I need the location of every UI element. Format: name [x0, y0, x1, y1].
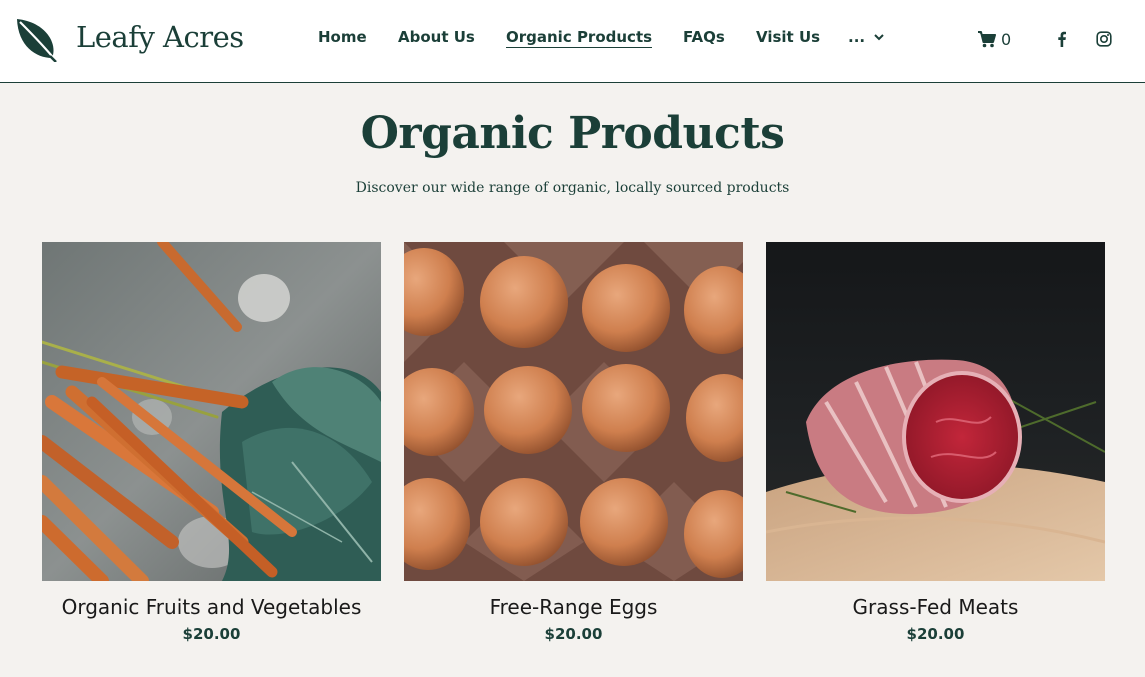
cart-button[interactable]: 0	[978, 30, 1011, 49]
leaf-icon	[17, 19, 57, 62]
eggs-in-carton-photo[interactable]	[404, 242, 743, 581]
product-card[interactable]: Organic Fruits and Vegetables $20.00	[42, 242, 381, 643]
product-price: $20.00	[182, 625, 241, 643]
nav-more-label: ...	[848, 28, 866, 46]
logo[interactable]: Leafy Acres	[14, 16, 244, 62]
product-name[interactable]: Free-Range Eggs	[404, 595, 743, 619]
facebook-icon[interactable]	[1054, 31, 1070, 47]
nav-home[interactable]: Home	[318, 28, 367, 46]
product-price: $20.00	[544, 625, 603, 643]
site-header: Leafy Acres Home About Us Organic Produc…	[0, 0, 1145, 83]
product-card[interactable]: Grass-Fed Meats $20.00	[766, 242, 1105, 643]
page-title: Organic Products	[360, 108, 785, 159]
chevron-down-icon	[874, 34, 884, 41]
product-price: $20.00	[906, 625, 965, 643]
instagram-icon[interactable]	[1096, 31, 1112, 47]
product-name[interactable]: Organic Fruits and Vegetables	[42, 595, 381, 619]
nav-faqs[interactable]: FAQs	[683, 28, 725, 46]
cart-icon	[978, 31, 996, 48]
nav-organic-products[interactable]: Organic Products	[506, 28, 653, 48]
nav-visit-us[interactable]: Visit Us	[756, 28, 820, 46]
carrots-and-greens-photo[interactable]	[42, 242, 381, 581]
nav-more-menu[interactable]: ...	[848, 28, 885, 46]
nav-about-us[interactable]: About Us	[398, 28, 475, 46]
brand-name[interactable]: Leafy Acres	[76, 20, 244, 54]
page-subtitle: Discover our wide range of organic, loca…	[355, 180, 790, 196]
product-card[interactable]: Free-Range Eggs $20.00	[404, 242, 743, 643]
product-name[interactable]: Grass-Fed Meats	[766, 595, 1105, 619]
beef-roast-photo[interactable]	[766, 242, 1105, 581]
cart-count: 0	[1001, 30, 1012, 49]
